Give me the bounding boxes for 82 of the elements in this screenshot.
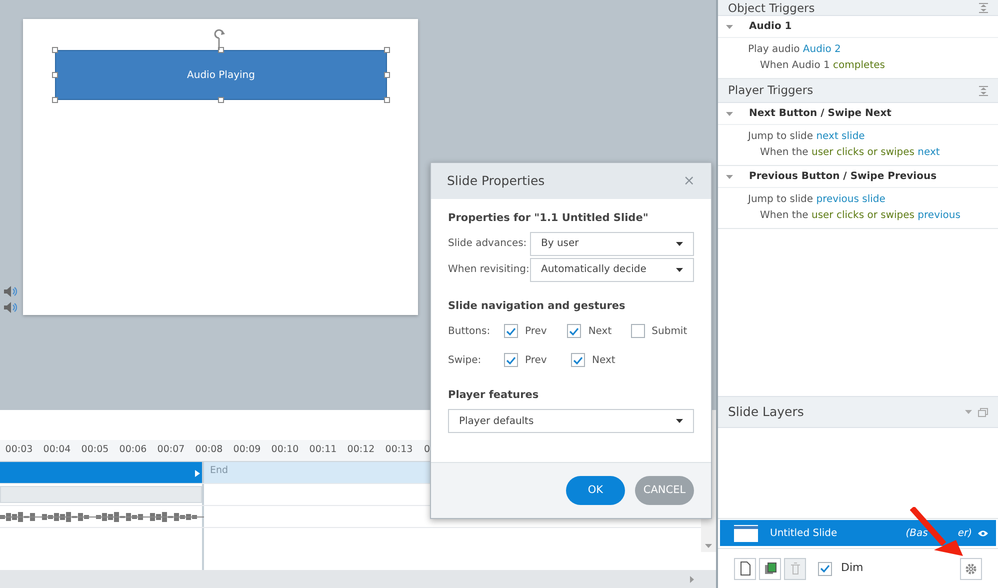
section-heading: Player features xyxy=(448,388,540,402)
horizontal-scrollbar[interactable] xyxy=(0,570,716,588)
scroll-right-icon[interactable] xyxy=(690,576,694,583)
dim-label: Dim xyxy=(841,560,864,576)
text-shape[interactable]: Audio Playing xyxy=(55,50,387,100)
settings-button[interactable] xyxy=(960,558,982,580)
time-tick: 00:06 xyxy=(118,443,148,457)
resize-handle[interactable] xyxy=(384,97,390,103)
scroll-down-icon[interactable] xyxy=(705,544,712,548)
trigger-action[interactable]: Play audio Audio 2 xyxy=(748,42,998,58)
layer-note: (Bas xyxy=(906,526,928,540)
collapse-icon[interactable] xyxy=(979,2,988,12)
collapse-icon[interactable] xyxy=(979,86,988,96)
trigger-condition[interactable]: When Audio 1 completes xyxy=(748,58,998,74)
checkbox[interactable] xyxy=(504,324,518,338)
resize-handle[interactable] xyxy=(52,97,58,103)
page-icon xyxy=(738,561,752,576)
checkbox-label: Next xyxy=(588,324,612,338)
trigger-group-title[interactable]: Next Button / Swipe Next xyxy=(749,106,892,121)
checkbox-label: Prev xyxy=(525,354,547,368)
checkbox-label: Prev xyxy=(525,324,547,338)
layer-name: Untitled Slide xyxy=(770,526,838,540)
play-marker-icon xyxy=(195,470,200,477)
time-tick: 00:03 xyxy=(4,443,34,457)
resize-handle[interactable] xyxy=(384,47,390,53)
restore-window-icon[interactable] xyxy=(978,408,988,416)
dropdown-icon[interactable] xyxy=(965,410,972,414)
ok-button[interactable]: OK xyxy=(566,476,625,505)
trigger-group-title[interactable]: Audio 1 xyxy=(749,19,792,34)
trigger-condition[interactable]: When the user clicks or swipes previous xyxy=(748,208,998,224)
caret-icon xyxy=(676,268,683,272)
time-tick: 00:09 xyxy=(232,443,262,457)
dropdown-field[interactable]: Player defaults xyxy=(448,409,694,434)
field-label: Buttons: xyxy=(448,324,492,338)
time-tick: 0 xyxy=(423,443,432,457)
resize-handle[interactable] xyxy=(52,47,58,53)
layer-row[interactable]: Untitled Slide (Bas er) xyxy=(720,520,996,546)
resize-handle[interactable] xyxy=(384,72,390,78)
slide-thumbnail-icon xyxy=(734,524,758,542)
dialog-title: Slide Properties xyxy=(447,172,545,190)
caret-icon xyxy=(676,419,683,424)
eye-icon[interactable] xyxy=(978,530,988,536)
gear-icon xyxy=(965,562,977,574)
dropdown-field[interactable]: Automatically decide xyxy=(530,258,694,282)
end-label: End xyxy=(210,465,228,476)
field-label: Slide advances: xyxy=(448,237,528,252)
section-heading: Properties for "1.1 Untitled Slide" xyxy=(448,211,650,226)
rotate-handle[interactable] xyxy=(213,28,227,50)
dim-checkbox[interactable] xyxy=(818,562,832,576)
resize-handle[interactable] xyxy=(52,72,58,78)
checkbox[interactable] xyxy=(630,324,645,338)
copy-icon xyxy=(762,561,778,576)
field-label: When revisiting: xyxy=(448,263,530,278)
resize-handle[interactable] xyxy=(218,47,224,53)
resize-handle[interactable] xyxy=(218,97,224,103)
time-tick: 00:04 xyxy=(42,443,72,457)
caret-icon xyxy=(676,242,683,246)
time-tick: 00:07 xyxy=(156,443,186,457)
trigger-action[interactable]: Jump to slide next slide xyxy=(748,129,998,145)
time-tick: 00:08 xyxy=(194,443,224,457)
checkbox-label: Next xyxy=(592,354,616,368)
layer-note: er) xyxy=(958,526,972,540)
checkbox[interactable] xyxy=(567,324,582,338)
time-tick: 00:13 xyxy=(384,443,414,457)
panel-title: Slide Layers xyxy=(728,402,804,421)
trigger-group-title[interactable]: Previous Button / Swipe Previous xyxy=(749,169,937,184)
section-heading: Slide navigation and gestures xyxy=(448,298,626,314)
time-tick: 00:05 xyxy=(80,443,110,457)
time-tick: 00:10 xyxy=(270,443,300,457)
time-tick: 00:12 xyxy=(346,443,376,457)
section-title: Object Triggers xyxy=(728,0,815,14)
trigger-condition[interactable]: When the user clicks or swipes next xyxy=(748,145,998,161)
field-label: Swipe: xyxy=(448,354,482,368)
time-tick: 00:11 xyxy=(308,443,338,457)
checkbox-label: Submit xyxy=(652,324,688,338)
trigger-action[interactable]: Jump to slide previous slide xyxy=(748,192,998,208)
dropdown-field[interactable]: By user xyxy=(530,232,694,256)
checkbox[interactable] xyxy=(504,353,518,367)
section-title: Player Triggers xyxy=(728,82,814,99)
checkbox[interactable] xyxy=(571,353,585,367)
duplicate-layer-button[interactable] xyxy=(759,558,781,580)
new-layer-button[interactable] xyxy=(734,558,756,580)
